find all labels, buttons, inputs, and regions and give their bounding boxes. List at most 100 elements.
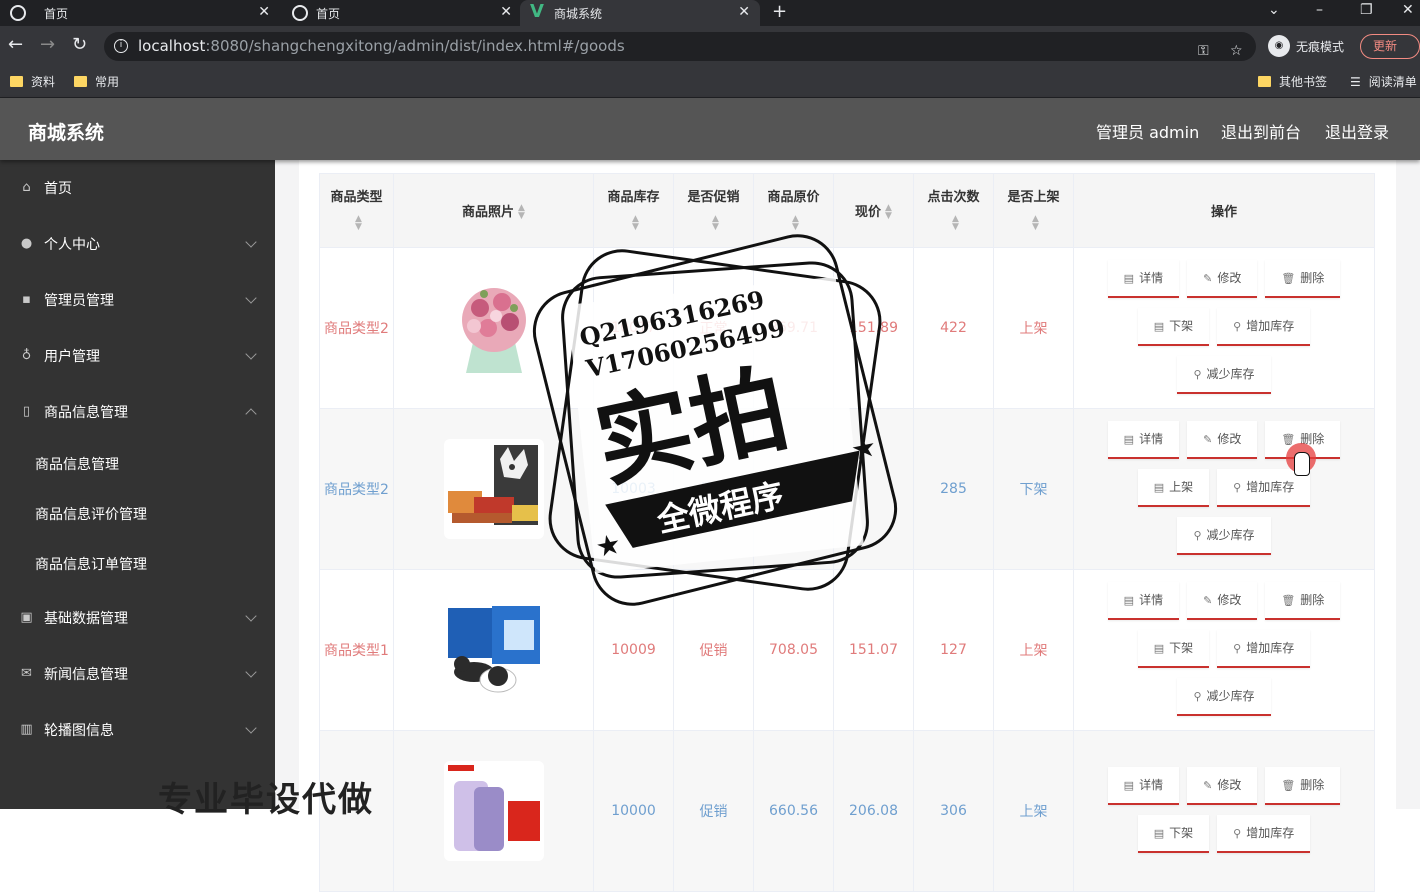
reduce-stock-button[interactable]: ⚲ 减少库存 — [1177, 517, 1271, 555]
product-photo-flowers[interactable] — [443, 278, 544, 378]
cell-type: 商品类型1 — [319, 569, 394, 731]
col-header-price[interactable]: 现价 ▲ ▼ — [833, 173, 914, 248]
browser-tab[interactable]: 首页 ✕ — [282, 0, 522, 26]
sidebar-subitem-goods-review[interactable]: 商品信息评价管理 — [0, 490, 275, 540]
sidebar-subitem-goods-order[interactable]: 商品信息订单管理 — [0, 540, 275, 590]
col-header-clicks[interactable]: 点击次数 ▲ ▼ — [913, 173, 994, 248]
reading-list-icon: ☰ — [1350, 74, 1361, 89]
info-icon[interactable]: i — [114, 39, 128, 53]
close-icon[interactable]: ✕ — [738, 4, 750, 20]
reduce-stock-button[interactable]: ⚲ 减少库存 — [1177, 678, 1271, 716]
btn-label: 删除 — [1300, 593, 1325, 607]
sort-icon[interactable]: ▲ ▼ — [518, 204, 525, 221]
forward-icon[interactable]: → — [40, 35, 55, 55]
toggle-shelf-button[interactable]: ▤ 下架 — [1137, 630, 1210, 668]
url-input[interactable]: i localhost:8080/shangchengxitong/admin/… — [104, 32, 1256, 61]
cell-price: 151.07 — [833, 569, 914, 731]
delete-button[interactable]: 🗑 删除 — [1265, 767, 1341, 805]
url-host: localhost — [138, 37, 206, 55]
edit-button[interactable]: ✎ 修改 — [1187, 767, 1258, 805]
bookmark-folder[interactable]: 常用 — [74, 73, 119, 90]
sort-icon[interactable]: ▲ ▼ — [952, 215, 959, 232]
add-stock-button[interactable]: ⚲ 增加库存 — [1217, 815, 1311, 853]
star-icon[interactable]: ☆ — [1230, 37, 1243, 66]
sort-icon[interactable]: ▲ ▼ — [792, 215, 799, 232]
btn-label: 修改 — [1217, 593, 1242, 607]
logout-link[interactable]: 退出登录 — [1325, 119, 1389, 143]
bookmark-folder[interactable]: 其他书签 — [1258, 73, 1327, 90]
delete-button[interactable]: 🗑 删除 — [1265, 260, 1341, 298]
cell-orig-price: 869.71 — [753, 247, 834, 409]
sidebar-item-goods[interactable]: ▯ 商品信息管理 — [0, 384, 275, 440]
maximize-icon[interactable]: ❐ — [1360, 2, 1373, 18]
exit-to-front-link[interactable]: 退出到前台 — [1221, 119, 1301, 143]
sidebar-item-base-data[interactable]: ▣ 基础数据管理 — [0, 590, 275, 646]
col-header-type[interactable]: 商品类型 ▲ ▼ — [319, 173, 394, 248]
col-header-orig-price[interactable]: 商品原价 ▲ ▼ — [753, 173, 834, 248]
cell-photo — [393, 730, 594, 892]
sidebar-item-home[interactable]: ⌂ 首页 — [0, 160, 275, 216]
toggle-shelf-button[interactable]: ▤ 下架 — [1137, 308, 1210, 346]
detail-button[interactable]: ▤ 详情 — [1107, 767, 1180, 805]
toggle-shelf-button[interactable]: ▤ 上架 — [1137, 469, 1210, 507]
sort-icon[interactable]: ▲ ▼ — [632, 215, 639, 232]
detail-button[interactable]: ▤ 详情 — [1107, 260, 1180, 298]
cell-actions: ▤ 详情 ✎ 修改 🗑 删除 ▤ 下架 ⚲ 增加库存 — [1073, 730, 1375, 892]
phone-icon: ▯ — [22, 404, 31, 419]
sort-icon[interactable]: ▲ ▼ — [355, 215, 362, 232]
key-icon[interactable]: ⚿ — [1198, 37, 1209, 66]
sidebar-item-carousel[interactable]: ▥ 轮播图信息 — [0, 702, 275, 758]
close-icon[interactable]: ✕ — [500, 4, 512, 20]
reading-list[interactable]: ☰ 阅读清单 — [1350, 73, 1417, 90]
chevron-down-icon[interactable]: ⌄ — [1268, 2, 1280, 18]
col-header-promo[interactable]: 是否促销 ▲ ▼ — [673, 173, 754, 248]
sidebar-item-profile[interactable]: ● 个人中心 — [0, 216, 275, 272]
toggle-shelf-button[interactable]: ▤ 下架 — [1137, 815, 1210, 853]
sidebar-subitem-goods-info[interactable]: 商品信息管理 — [0, 440, 275, 490]
update-button[interactable]: 更新 — [1360, 34, 1420, 59]
document-icon: ▤ — [1123, 272, 1135, 285]
goods-table: 商品类型 ▲ ▼ 商品照片 ▲ ▼ 商品库存 ▲ ▼ 是否促销 ▲ ▼ 商品原价 ▲ ▼ 现价 ▲ ▼ … — [319, 173, 1375, 892]
browser-tab-active[interactable]: V 商城系统 ✕ — [520, 0, 760, 26]
edit-button[interactable]: ✎ 修改 — [1187, 260, 1258, 298]
reduce-stock-button[interactable]: ⚲ 减少库存 — [1177, 356, 1271, 394]
cell-status: 上架 — [993, 569, 1074, 731]
col-header-status[interactable]: 是否上架 ▲ ▼ — [993, 173, 1074, 248]
sort-icon[interactable]: ▲ ▼ — [1032, 215, 1039, 232]
sort-icon[interactable]: ▲ ▼ — [885, 204, 892, 221]
trash-icon: 🗑 — [1281, 272, 1296, 285]
product-photo-snacks[interactable] — [443, 439, 544, 539]
delete-button[interactable]: 🗑 删除 — [1265, 582, 1341, 620]
edit-button[interactable]: ✎ 修改 — [1187, 421, 1258, 459]
detail-button[interactable]: ▤ 详情 — [1107, 421, 1180, 459]
incognito-indicator[interactable]: ◉ 无痕模式 — [1268, 35, 1344, 57]
product-photo-cookies[interactable] — [443, 600, 544, 700]
back-icon[interactable]: ← — [8, 35, 23, 55]
sort-icon[interactable]: ▲ ▼ — [712, 215, 719, 232]
add-stock-button[interactable]: ⚲ 增加库存 — [1217, 308, 1311, 346]
chat-icon: ▪ — [22, 292, 31, 307]
col-header-stock[interactable]: 商品库存 ▲ ▼ — [593, 173, 674, 248]
sidebar-item-admin[interactable]: ▪ 管理员管理 — [0, 272, 275, 328]
col-header-photo[interactable]: 商品照片 ▲ ▼ — [393, 173, 594, 248]
close-icon[interactable]: ✕ — [258, 4, 270, 20]
detail-button[interactable]: ▤ 详情 — [1107, 582, 1180, 620]
sidebar-item-news[interactable]: ✉ 新闻信息管理 — [0, 646, 275, 702]
add-stock-button[interactable]: ⚲ 增加库存 — [1217, 630, 1311, 668]
edit-button[interactable]: ✎ 修改 — [1187, 582, 1258, 620]
new-tab-icon[interactable]: + — [772, 1, 787, 22]
cell-promo: 促销 — [673, 408, 754, 570]
bookmark-folder[interactable]: 资料 — [10, 73, 55, 90]
reload-icon[interactable]: ↻ — [72, 35, 87, 55]
cell-price — [833, 408, 914, 570]
sidebar-item-label: 管理员管理 — [44, 293, 114, 309]
document-icon: ▤ — [1123, 433, 1135, 446]
product-photo-phone[interactable] — [443, 761, 544, 861]
sidebar-item-users[interactable]: ♁ 用户管理 — [0, 328, 275, 384]
pin-icon: ⚲ — [1233, 827, 1242, 840]
pin-icon: ⚲ — [1233, 481, 1242, 494]
browser-tab[interactable]: 首页 ✕ — [0, 0, 280, 26]
close-window-icon[interactable]: ✕ — [1402, 2, 1414, 18]
document-icon: ▤ — [1153, 827, 1165, 840]
minimize-icon[interactable]: – — [1316, 2, 1323, 18]
